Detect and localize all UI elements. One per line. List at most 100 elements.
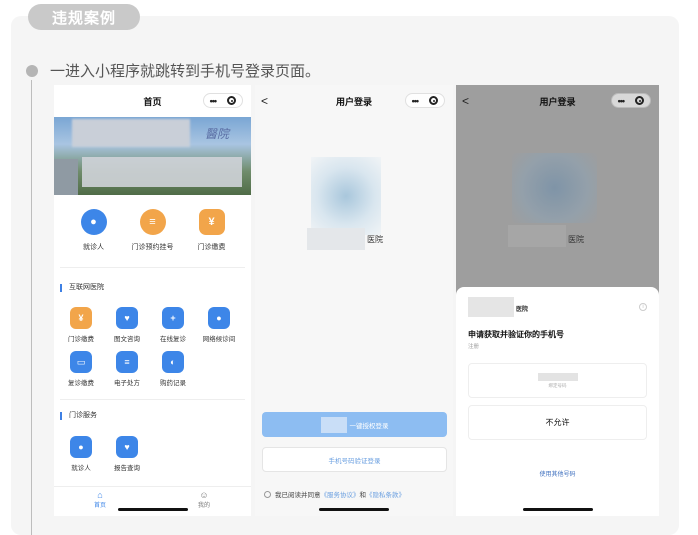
deny-button[interactable]: 不允许 bbox=[468, 405, 647, 440]
grid-item-outpatient-payment[interactable]: ¥ 门诊缴费 bbox=[58, 307, 104, 343]
app-name: 医院 bbox=[516, 307, 529, 313]
agree-radio[interactable] bbox=[264, 490, 271, 498]
tab-label: 我的 bbox=[198, 503, 211, 509]
blurred-app-icon bbox=[468, 297, 514, 317]
building-image bbox=[54, 159, 78, 195]
grid-label: 门诊缴费 bbox=[68, 336, 94, 343]
blurred-phone-number bbox=[537, 372, 578, 381]
grid-label: 门诊预约挂号 bbox=[131, 244, 174, 251]
grid-item-appointment[interactable]: ≡ 门诊预约挂号 bbox=[123, 209, 182, 252]
grid-label: 在线复诊 bbox=[160, 336, 186, 343]
miniprogram-capsule[interactable]: ••• bbox=[405, 93, 445, 108]
tab-label: 首页 bbox=[94, 503, 107, 509]
grid-item-prescription[interactable]: ≡ 电子处方 bbox=[104, 351, 150, 387]
phone-home-screen: 首页 ••• 醫院 ● 就诊人 ≡ 门诊预约挂号 ¥ 门诊缴费 互联网医院 ¥ … bbox=[54, 85, 251, 516]
heart-pulse-icon: ♥ bbox=[116, 436, 138, 458]
service-agreement-link[interactable]: 《服务协议》 bbox=[321, 489, 360, 499]
grid-item-report[interactable]: ♥ 报告查询 bbox=[104, 436, 150, 472]
person-icon: ● bbox=[80, 209, 107, 235]
blurred-block bbox=[320, 416, 347, 433]
person-icon: ● bbox=[70, 436, 92, 458]
grid-item-payment[interactable]: ¥ 门诊缴费 bbox=[182, 209, 241, 252]
miniprogram-capsule[interactable]: ••• bbox=[611, 93, 651, 108]
tab-profile[interactable]: ☺ 我的 bbox=[198, 490, 210, 509]
timeline-line bbox=[31, 80, 32, 535]
yuan-wallet-icon: ¥ bbox=[198, 209, 225, 235]
phone-login-screen: < 用户登录 ••• 医院 一键授权登录 手机号码验证登录 我已阅读并同意 《服… bbox=[255, 85, 453, 516]
more-icon[interactable]: ••• bbox=[618, 96, 626, 106]
grid-item-consult[interactable]: ♥ 图文咨询 bbox=[104, 307, 150, 343]
auth-request-sub: 注册 bbox=[468, 344, 480, 350]
divider bbox=[60, 399, 245, 400]
button-label: 一键授权登录 bbox=[349, 422, 389, 430]
violation-badge: 违规案例 bbox=[28, 4, 140, 30]
banner-mark: 醫院 bbox=[204, 127, 229, 141]
card-icon: ▭ bbox=[70, 351, 92, 373]
home-indicator bbox=[522, 508, 593, 511]
section-title-outpatient: 门诊服务 bbox=[60, 412, 97, 420]
close-icon[interactable] bbox=[635, 96, 645, 105]
grid-item-revisit-payment[interactable]: ▭ 复诊缴费 bbox=[58, 351, 104, 387]
agreement-row: 我已阅读并同意 《服务协议》 和 《隐私条款》 bbox=[264, 489, 405, 499]
close-icon[interactable] bbox=[227, 96, 237, 105]
home-indicator bbox=[117, 508, 188, 511]
grid-label: 图文咨询 bbox=[114, 336, 140, 343]
hospital-name: 医院 bbox=[367, 235, 383, 244]
grid-item-revisit[interactable]: + 在线复诊 bbox=[150, 307, 196, 343]
hospital-banner: 醫院 bbox=[54, 117, 251, 195]
profile-icon: ☺ bbox=[199, 490, 209, 500]
grid-item-waiting-room[interactable]: ● 网络候诊间 bbox=[196, 307, 242, 343]
yuan-wallet-icon: ¥ bbox=[70, 307, 92, 329]
divider bbox=[60, 267, 245, 268]
grid-label: 网络候诊间 bbox=[202, 336, 236, 343]
agree-text: 我已阅读并同意 bbox=[275, 492, 321, 499]
one-click-login-button[interactable]: 一键授权登录 bbox=[262, 412, 447, 437]
section-title-internet: 互联网医院 bbox=[60, 284, 104, 292]
phone-verify-login-button[interactable]: 手机号码验证登录 bbox=[262, 447, 447, 472]
home-icon: ⌂ bbox=[97, 490, 103, 500]
tab-bar: ⌂ 首页 ☺ 我的 bbox=[54, 486, 251, 516]
grid-label: 电子处方 bbox=[114, 380, 140, 387]
privacy-policy-link[interactable]: 《隐私条款》 bbox=[366, 489, 405, 499]
miniprogram-capsule[interactable]: ••• bbox=[203, 93, 243, 108]
grid-item-patient[interactable]: ● 就诊人 bbox=[64, 209, 123, 252]
grid-item-patient[interactable]: ● 就诊人 bbox=[58, 436, 104, 472]
blurred-name bbox=[82, 157, 242, 187]
medical-kit-icon: + bbox=[162, 307, 184, 329]
grid-label: 购药记录 bbox=[160, 380, 186, 387]
case-description: 一进入小程序就跳转到手机号登录页面。 bbox=[50, 63, 321, 80]
grid-label: 复诊缴费 bbox=[68, 380, 94, 387]
info-icon[interactable]: i bbox=[639, 303, 647, 311]
close-icon[interactable] bbox=[429, 96, 439, 105]
more-icon[interactable]: ••• bbox=[412, 96, 420, 106]
grid-label: 门诊缴费 bbox=[197, 244, 226, 251]
number-hint: 绑定号码 bbox=[548, 382, 567, 388]
more-icon[interactable]: ••• bbox=[210, 96, 218, 106]
clipboard-icon: ≡ bbox=[139, 209, 166, 235]
blurred-hospital-name bbox=[508, 225, 566, 247]
bullet-dot bbox=[26, 65, 38, 77]
hospital-name: 医院 bbox=[568, 235, 584, 244]
internet-grid: ¥ 门诊缴费 ♥ 图文咨询 + 在线复诊 ● 网络候诊间 ▭ 复诊缴费 ≡ 电子… bbox=[58, 307, 242, 387]
bound-number-option[interactable]: 绑定号码 bbox=[468, 363, 647, 398]
service-grid: ● 就诊人 ♥ 报告查询 bbox=[58, 436, 242, 472]
home-indicator bbox=[319, 508, 389, 511]
auth-request-title: 申请获取并验证你的手机号 bbox=[468, 330, 564, 339]
pill-icon: ◐ bbox=[162, 351, 184, 373]
tab-home[interactable]: ⌂ 首页 bbox=[94, 490, 106, 509]
blurred-hospital-logo bbox=[311, 157, 381, 235]
use-other-number-link[interactable]: 使用其他号码 bbox=[456, 469, 659, 478]
blurred-logo bbox=[72, 119, 190, 147]
top-function-grid: ● 就诊人 ≡ 门诊预约挂号 ¥ 门诊缴费 bbox=[64, 209, 241, 252]
phone-auth-sheet: 医院 i 申请获取并验证你的手机号 注册 绑定号码 不允许 使用其他号码 bbox=[456, 287, 659, 516]
phone-auth-screen: < 用户登录 ••• 医院 医院 i 申请获取并验证你的手机号 注册 绑定号码 … bbox=[456, 85, 659, 516]
grid-label: 报告查询 bbox=[114, 465, 140, 472]
blurred-hospital-name bbox=[307, 228, 365, 250]
grid-label: 就诊人 bbox=[83, 244, 104, 251]
chat-heart-icon: ♥ bbox=[116, 307, 138, 329]
prescription-icon: ≡ bbox=[116, 351, 138, 373]
blurred-hospital-logo bbox=[512, 153, 597, 223]
grid-label: 就诊人 bbox=[71, 465, 91, 472]
person-icon: ● bbox=[208, 307, 230, 329]
grid-item-drug-records[interactable]: ◐ 购药记录 bbox=[150, 351, 196, 387]
